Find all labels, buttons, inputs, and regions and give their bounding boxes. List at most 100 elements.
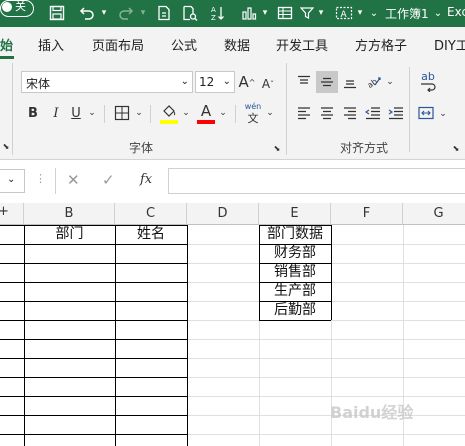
column-header-c[interactable]: C <box>115 203 187 225</box>
separator <box>235 105 236 123</box>
separator <box>150 105 151 123</box>
app-name: Exc <box>447 5 465 19</box>
filter-icon[interactable] <box>298 4 316 22</box>
column-header-b[interactable]: B <box>24 203 115 225</box>
svg-text:Z: Z <box>211 14 216 21</box>
cell-e2[interactable]: 财务部 <box>259 245 331 264</box>
italic-button[interactable]: I <box>48 103 64 123</box>
bold-button[interactable]: B <box>25 103 41 123</box>
chart-dropdown-icon[interactable]: ▾ <box>260 4 270 22</box>
font-name-box[interactable]: 宋体 ⌄ <box>21 71 193 93</box>
cell-e4[interactable]: 生产部 <box>259 283 331 302</box>
font-color-icon[interactable]: A <box>196 101 216 121</box>
chart-icon[interactable] <box>238 4 260 22</box>
cell-e3[interactable]: 销售部 <box>259 264 331 283</box>
tab-developer[interactable]: 开发工具 <box>276 35 328 54</box>
borders-icon[interactable] <box>112 103 132 123</box>
tab-fangfang[interactable]: 方方格子 <box>355 35 407 54</box>
grow-font-button[interactable]: A ^ <box>237 71 257 93</box>
alignment-group-label: 对齐方式 <box>340 141 389 155</box>
svg-text:A: A <box>211 6 216 14</box>
formula-bar: ⌄ ⋮ ✕ ✓ fx <box>0 160 465 202</box>
phonetic-button[interactable]: 文 <box>242 111 264 125</box>
cell-e5[interactable]: 后勤部 <box>259 302 331 321</box>
sort-icon[interactable]: AZ <box>208 4 228 22</box>
insert-function-icon[interactable]: fx <box>140 172 152 187</box>
worksheet-grid: + B C D E F G 部门 姓名 部门数据 财务部 销售部 生产部 后勤部… <box>0 203 465 446</box>
save-icon[interactable] <box>47 4 67 22</box>
tab-data[interactable]: 数据 <box>224 35 250 54</box>
title-bar: 关 ▾ ▾ AZ ▾ ▾ A ▾ ⌄ 工作簿1 ⌄ Exc <box>0 0 465 27</box>
customize-toolbar-icon[interactable]: ⌄ <box>368 4 380 22</box>
formula-bar-grip-icon: ⋮ <box>35 172 46 185</box>
font-size-box[interactable]: 12 ⌄ <box>195 71 235 93</box>
tab-page-layout[interactable]: 页面布局 <box>92 35 144 54</box>
cell-c1[interactable]: 姓名 <box>115 226 187 245</box>
font-size-dropdown-icon[interactable]: ⌄ <box>223 76 231 87</box>
text-box-dropdown-icon[interactable]: ▾ <box>355 4 365 22</box>
orientation-dropdown-icon[interactable]: ⌄ <box>385 73 395 91</box>
font-group-label: 字体 <box>129 141 154 155</box>
underline-dropdown-icon[interactable]: ⌄ <box>87 103 97 123</box>
autosave-toggle[interactable]: 关 <box>0 0 34 17</box>
align-top-icon[interactable] <box>295 73 313 91</box>
tab-insert[interactable]: 插入 <box>38 35 64 54</box>
alignment-launcher-icon[interactable]: ⬊ <box>451 143 461 153</box>
align-left-icon[interactable] <box>295 104 313 122</box>
redo-icon <box>116 4 136 22</box>
grow-font-label: A <box>238 73 249 91</box>
cancel-icon[interactable]: ✕ <box>67 171 80 189</box>
column-header-f[interactable]: F <box>331 203 403 225</box>
increase-indent-icon[interactable] <box>387 104 405 122</box>
ribbon-home: ⬊ 宋体 ⌄ 12 ⌄ A ^ Aˇ B I U ⌄ ⌄ ⌄ A ⌄ wén 文 … <box>0 59 465 160</box>
undo-icon[interactable] <box>77 4 97 22</box>
align-right-icon[interactable] <box>341 104 359 122</box>
table-icon[interactable] <box>275 4 295 22</box>
grow-caret-icon: ^ <box>248 77 256 87</box>
clipboard-launcher-icon[interactable]: ⬊ <box>1 141 11 151</box>
underline-button[interactable]: U <box>68 103 84 123</box>
text-box-icon[interactable]: A <box>333 4 355 22</box>
filter-dropdown-icon[interactable]: ▾ <box>316 4 326 22</box>
cell-e1[interactable]: 部门数据 <box>259 226 331 245</box>
separator <box>104 105 105 123</box>
tab-diy[interactable]: DIY工 <box>434 35 465 54</box>
document-title: 工作簿1 <box>385 7 429 21</box>
svg-text:A: A <box>341 10 348 20</box>
undo-dropdown-icon[interactable]: ▾ <box>99 4 109 22</box>
fill-color-icon[interactable] <box>159 101 179 121</box>
enter-icon[interactable]: ✓ <box>102 171 115 189</box>
orientation-icon[interactable]: ab <box>364 71 384 91</box>
decrease-indent-icon[interactable] <box>364 104 382 122</box>
shrink-font-button[interactable]: Aˇ <box>258 73 278 95</box>
align-center-icon[interactable] <box>318 104 336 122</box>
column-header-e[interactable]: E <box>259 203 331 225</box>
wrap-text-icon[interactable] <box>418 81 438 93</box>
font-color-swatch <box>197 120 215 124</box>
phonetic-dropdown-icon[interactable]: ⌄ <box>265 103 275 123</box>
print-preview-icon[interactable] <box>180 4 200 22</box>
formula-input[interactable] <box>168 168 465 194</box>
font-color-dropdown-icon[interactable]: ⌄ <box>218 103 228 123</box>
column-header-g[interactable]: G <box>403 203 465 225</box>
tab-formulas[interactable]: 公式 <box>171 35 197 54</box>
document-icon[interactable] <box>154 4 174 22</box>
font-name-value: 宋体 <box>26 77 51 91</box>
merge-dropdown-icon[interactable]: ⌄ <box>438 105 448 123</box>
shrink-caret-icon: ˇ <box>270 79 275 89</box>
name-box-dropdown-icon[interactable]: ⌄ <box>7 174 15 185</box>
tab-home[interactable]: 始 <box>0 35 13 54</box>
column-header-a[interactable]: + <box>0 203 24 225</box>
font-name-dropdown-icon[interactable]: ⌄ <box>181 76 189 87</box>
font-launcher-icon[interactable]: ⬊ <box>272 143 282 153</box>
align-middle-icon[interactable] <box>316 71 338 93</box>
name-box[interactable]: ⌄ <box>0 169 25 193</box>
title-dropdown-icon[interactable]: ⌄ <box>433 4 443 22</box>
column-header-d[interactable]: D <box>187 203 259 225</box>
align-bottom-icon[interactable] <box>341 73 359 91</box>
merge-center-icon[interactable] <box>416 103 436 123</box>
fill-color-dropdown-icon[interactable]: ⌄ <box>181 103 191 123</box>
font-size-value: 12 <box>199 75 215 89</box>
cell-b1[interactable]: 部门 <box>24 226 115 245</box>
borders-dropdown-icon[interactable]: ⌄ <box>134 103 144 123</box>
